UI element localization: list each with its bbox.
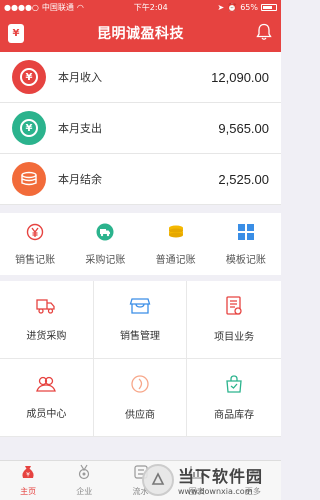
carrier-label: 中国联通: [41, 2, 74, 12]
yen-icon: ¥: [12, 111, 46, 145]
members-icon: [35, 375, 57, 397]
tab-label: 更多: [244, 487, 261, 496]
tab-label: 图表: [188, 487, 205, 496]
module-label: 商品库存: [214, 410, 255, 421]
summary-row-balance[interactable]: 本月结余 2,525.00: [0, 154, 281, 205]
alarm-icon: ⏰: [227, 2, 238, 12]
summary-value: 2,525.00: [218, 171, 269, 187]
yen-icon: ¥: [12, 60, 46, 94]
grid-icon: [237, 223, 255, 245]
quick-actions: 销售记账 采购记账 普通记账 模板记账: [0, 213, 281, 275]
summary-value: 12,090.00: [211, 69, 269, 85]
yen-outline-icon: [26, 223, 44, 245]
module-members[interactable]: 成员中心: [0, 359, 94, 437]
coin-stack-icon: [166, 223, 186, 245]
supplier-icon: [130, 374, 150, 398]
quick-label: 普通记账: [155, 254, 196, 266]
module-label: 进货采购: [26, 331, 67, 342]
truck-icon: [96, 223, 114, 245]
summary-panel: ¥ 本月收入 12,090.00 ¥ 本月支出 9,565.00 本月结余 2,…: [0, 52, 281, 205]
quick-template-entry[interactable]: 模板记账: [211, 213, 281, 275]
module-inventory[interactable]: 商品库存: [187, 359, 281, 437]
quick-label: 采购记账: [85, 254, 126, 266]
tab-more[interactable]: 更多: [225, 461, 281, 500]
summary-row-expense[interactable]: ¥ 本月支出 9,565.00: [0, 103, 281, 154]
tab-flow[interactable]: 流水: [112, 461, 168, 500]
summary-label: 本月结余: [58, 173, 102, 186]
quick-purchase-entry[interactable]: 采购记账: [70, 213, 140, 275]
battery-icon: [261, 3, 277, 11]
medal-icon: [76, 464, 92, 484]
tab-label: 企业: [76, 487, 93, 496]
summary-label: 本月支出: [58, 122, 102, 135]
summary-row-income[interactable]: ¥ 本月收入 12,090.00: [0, 52, 281, 103]
truck-outline-icon: [35, 297, 57, 319]
module-label: 成员中心: [26, 409, 67, 420]
quick-label: 销售记账: [15, 254, 56, 266]
tab-bar: ¥ 主页 企业 流水 图表 更多: [0, 460, 281, 500]
location-icon: ➤: [217, 2, 225, 12]
battery-label: 65%: [240, 2, 258, 12]
module-label: 项目业务: [214, 332, 255, 343]
summary-value: 9,565.00: [218, 120, 269, 136]
tab-company[interactable]: 企业: [56, 461, 112, 500]
more-icon: [245, 464, 261, 484]
summary-label: 本月收入: [58, 71, 102, 84]
status-left: ●●●●○ 中国联通 ◠: [4, 2, 84, 13]
module-label: 销售管理: [119, 331, 160, 342]
module-projects[interactable]: 项目业务: [187, 281, 281, 359]
quick-label: 模板记账: [225, 254, 266, 266]
module-purchase[interactable]: 进货采购: [0, 281, 94, 359]
tab-home[interactable]: ¥ 主页: [0, 461, 56, 500]
status-bar: ●●●●○ 中国联通 ◠ 下午2:04 ➤ ⏰ 65%: [0, 0, 281, 14]
module-grid: 进货采购 销售管理 项目业务 成员中心 供应商 商品库存: [0, 281, 281, 437]
money-bag-icon: ¥: [20, 464, 36, 484]
document-icon: [225, 296, 243, 320]
signal-icon: ●●●●○: [4, 2, 39, 12]
status-right: ➤ ⏰ 65%: [218, 3, 277, 12]
nav-bar: ¥ 昆明诚盈科技: [0, 14, 281, 52]
wifi-icon: ◠: [76, 2, 84, 12]
status-time: 下午2:04: [133, 2, 168, 12]
ledger-icon[interactable]: ¥: [8, 24, 24, 43]
svg-text:¥: ¥: [26, 472, 30, 479]
quick-sales-entry[interactable]: 销售记账: [0, 213, 70, 275]
tab-label: 主页: [20, 487, 37, 496]
flow-icon: [133, 464, 149, 484]
tab-charts[interactable]: 图表: [169, 461, 225, 500]
module-suppliers[interactable]: 供应商: [93, 359, 188, 437]
module-sales[interactable]: 销售管理: [93, 281, 188, 359]
bag-icon: [224, 374, 244, 398]
page-title: 昆明诚盈科技: [97, 26, 184, 42]
shop-icon: [129, 297, 151, 319]
tab-label: 流水: [132, 487, 149, 496]
chart-icon: [189, 464, 205, 484]
quick-general-entry[interactable]: 普通记账: [141, 213, 211, 275]
coins-icon: [12, 162, 46, 196]
module-label: 供应商: [124, 410, 155, 421]
bell-icon[interactable]: [256, 23, 272, 45]
